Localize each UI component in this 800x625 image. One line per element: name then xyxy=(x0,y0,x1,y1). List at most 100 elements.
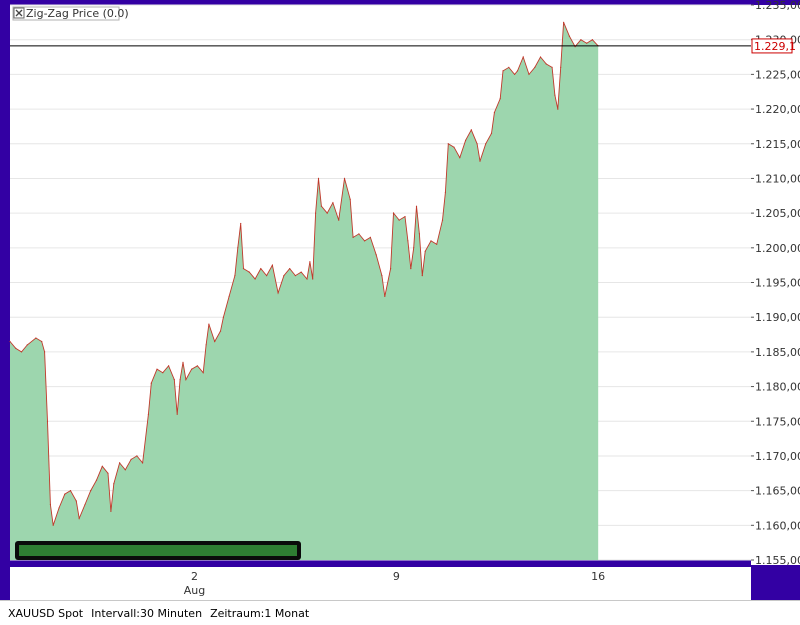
data-point xyxy=(176,413,178,415)
y-tick-label: 1.160,00 xyxy=(755,519,800,532)
data-point xyxy=(182,361,184,363)
data-point xyxy=(208,323,210,325)
data-point xyxy=(222,316,224,318)
data-point xyxy=(306,278,308,280)
data-point xyxy=(421,275,423,277)
data-point xyxy=(20,351,23,353)
data-point xyxy=(283,275,285,277)
close-box-icon[interactable] xyxy=(13,7,25,19)
scrollbar-thumb[interactable] xyxy=(19,545,297,556)
data-point xyxy=(173,379,175,381)
data-point xyxy=(64,493,66,495)
period-label: Zeitraum:1 Monat xyxy=(210,606,310,620)
y-tick-label: 1.190,00 xyxy=(755,311,800,324)
data-point xyxy=(196,365,198,367)
data-point xyxy=(130,458,132,460)
current-price-label: 1.229,1 xyxy=(754,40,796,53)
data-point xyxy=(476,143,478,145)
data-point xyxy=(289,268,291,270)
data-point xyxy=(52,524,54,526)
symbol-label: XAUUSD Spot xyxy=(8,606,84,620)
data-point xyxy=(390,268,392,270)
legend-label: Zig-Zag Price (0.0) xyxy=(26,7,129,20)
time-scrollbar[interactable] xyxy=(15,541,301,560)
data-point xyxy=(534,66,536,68)
data-point xyxy=(407,240,409,242)
y-tick-label: 1.175,00 xyxy=(755,415,800,428)
top-border xyxy=(0,0,800,5)
y-tick-label: 1.235,00 xyxy=(755,0,800,12)
data-point xyxy=(404,216,406,218)
x-tick-label: 9 xyxy=(393,570,400,583)
data-point xyxy=(516,70,519,72)
data-point xyxy=(490,132,493,134)
data-point xyxy=(46,420,49,422)
data-point xyxy=(398,219,400,221)
data-point xyxy=(214,340,216,343)
x-tick-sublabel: Aug xyxy=(184,584,205,597)
data-point xyxy=(300,271,302,273)
data-point xyxy=(485,143,487,145)
data-point xyxy=(168,365,170,367)
data-point xyxy=(470,129,472,131)
data-point xyxy=(384,295,386,297)
data-point xyxy=(459,157,461,159)
data-point xyxy=(242,268,245,270)
y-tick-label: 1.210,00 xyxy=(755,172,800,185)
bottom-border xyxy=(10,560,751,567)
y-tick-label: 1.185,00 xyxy=(755,346,800,359)
data-point xyxy=(375,254,377,256)
data-point xyxy=(95,479,98,481)
data-point xyxy=(150,382,152,384)
data-point xyxy=(499,98,501,100)
data-point xyxy=(234,275,236,277)
status-bar: XAUUSD Spot Intervall:30 Minuten Zeitrau… xyxy=(0,600,800,625)
data-point xyxy=(479,160,481,162)
data-point xyxy=(142,462,144,464)
data-point xyxy=(441,219,444,221)
x-tick-label: 16 xyxy=(591,570,605,583)
data-point xyxy=(101,465,103,467)
data-point xyxy=(254,278,256,280)
legend[interactable]: Zig-Zag Price (0.0) xyxy=(12,6,129,21)
data-point xyxy=(493,111,495,114)
data-point xyxy=(78,517,80,520)
data-point xyxy=(228,295,230,297)
data-point xyxy=(326,212,328,214)
data-point xyxy=(312,278,314,280)
data-point xyxy=(9,340,11,343)
data-point xyxy=(502,70,504,72)
data-point xyxy=(358,233,360,235)
data-point xyxy=(107,472,109,474)
y-tick-label: 1.165,00 xyxy=(755,485,800,498)
data-point xyxy=(315,212,317,214)
y-tick-label: 1.215,00 xyxy=(755,138,800,151)
data-point xyxy=(514,73,516,75)
data-point xyxy=(113,483,115,485)
data-point xyxy=(191,368,193,370)
data-point xyxy=(110,510,112,512)
data-point xyxy=(44,351,46,353)
y-tick-label: 1.195,00 xyxy=(755,277,800,290)
data-point xyxy=(15,347,17,349)
data-point xyxy=(424,250,426,252)
data-point xyxy=(352,236,354,238)
data-point xyxy=(410,268,412,270)
data-point xyxy=(591,39,594,41)
data-point xyxy=(551,66,553,68)
data-point xyxy=(147,413,149,415)
data-point xyxy=(444,191,446,193)
data-point xyxy=(580,39,582,41)
data-point xyxy=(528,73,530,75)
data-point xyxy=(343,177,346,179)
data-point xyxy=(364,240,366,242)
data-point xyxy=(179,379,181,381)
data-point xyxy=(75,500,77,502)
data-point xyxy=(205,344,207,346)
data-point xyxy=(277,292,279,294)
data-point xyxy=(338,219,340,221)
data-point xyxy=(369,236,371,238)
data-point xyxy=(349,198,351,200)
data-point xyxy=(320,205,322,207)
data-point xyxy=(381,275,383,277)
